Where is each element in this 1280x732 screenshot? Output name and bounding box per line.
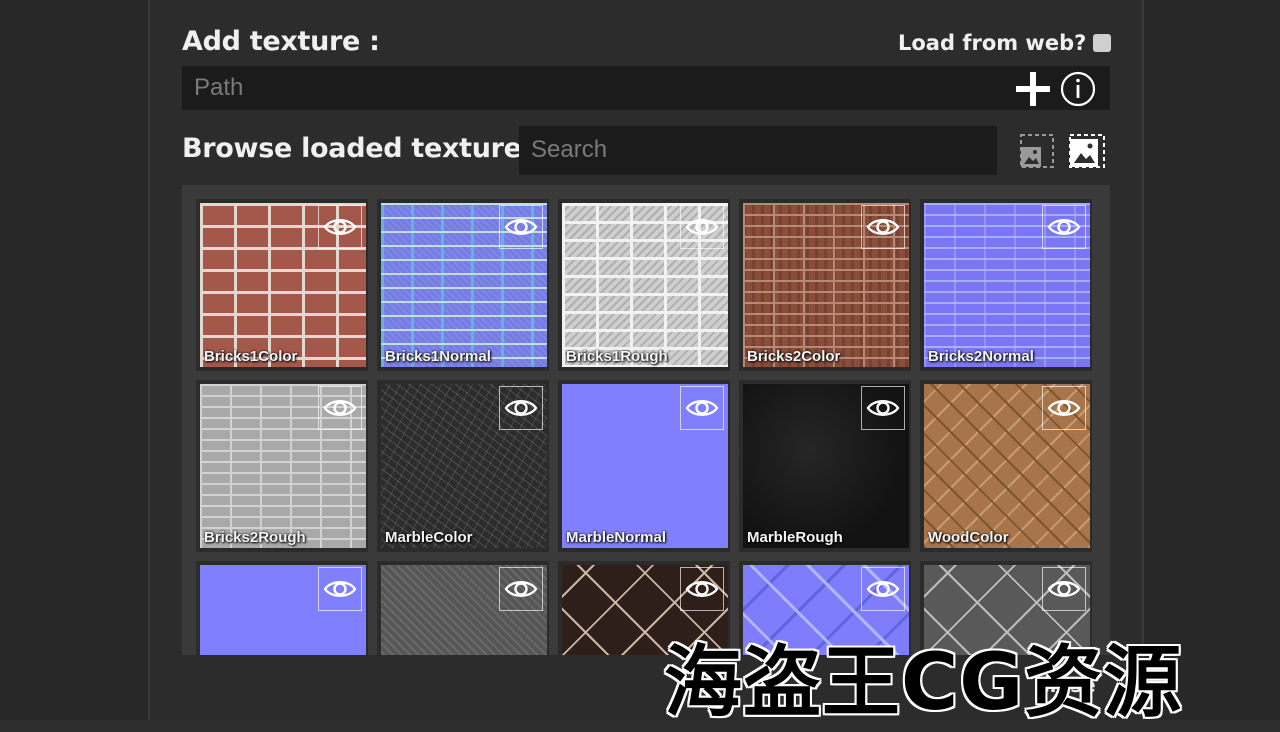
eye-icon[interactable]	[680, 205, 724, 249]
eye-icon[interactable]	[861, 567, 905, 611]
load-from-web-checkbox[interactable]	[1093, 34, 1111, 52]
search-placeholder: Search	[531, 136, 608, 163]
texture-tile[interactable]: Bricks2Color	[739, 199, 911, 371]
texture-name: Bricks2Color	[747, 348, 841, 365]
texture-name: WoodColor	[928, 529, 1009, 546]
texture-tile[interactable]: Bricks1Normal	[377, 199, 549, 371]
eye-icon[interactable]	[1042, 386, 1086, 430]
browse-textures-title: Browse loaded textures	[182, 133, 538, 164]
image-small-icon[interactable]	[1019, 133, 1055, 169]
texture-tile[interactable]: WoodColor	[920, 380, 1092, 552]
eye-icon[interactable]	[499, 205, 543, 249]
texture-tile[interactable]: Bricks1Rough	[558, 199, 730, 371]
eye-icon[interactable]	[861, 386, 905, 430]
eye-icon[interactable]	[680, 567, 724, 611]
right-side-panel	[1142, 0, 1280, 720]
texture-tile[interactable]: MarbleNormal	[558, 380, 730, 552]
eye-icon[interactable]	[1042, 205, 1086, 249]
left-side-panel	[0, 0, 150, 720]
watermark: 海盗王CG资源	[664, 638, 1183, 728]
texture-name: Bricks2Normal	[928, 348, 1034, 365]
texture-tile[interactable]	[196, 561, 368, 655]
eye-icon[interactable]	[680, 386, 724, 430]
info-icon[interactable]	[1059, 70, 1097, 108]
texture-tile[interactable]: Bricks2Normal	[920, 199, 1092, 371]
texture-name: Bricks1Normal	[385, 348, 491, 365]
texture-name: MarbleColor	[385, 529, 473, 546]
add-texture-title: Add texture :	[182, 26, 380, 57]
texture-tile[interactable]: Bricks1Color	[196, 199, 368, 371]
eye-icon[interactable]	[499, 386, 543, 430]
path-input[interactable]: Path	[182, 66, 1110, 110]
texture-tile[interactable]	[377, 561, 549, 655]
eye-icon[interactable]	[499, 567, 543, 611]
eye-icon[interactable]	[318, 205, 362, 249]
eye-icon[interactable]	[318, 567, 362, 611]
texture-name: Bricks1Rough	[566, 348, 668, 365]
texture-grid-container: Bricks1Color Bricks1Normal Bricks1Rough Bri…	[182, 185, 1110, 655]
image-large-icon[interactable]	[1068, 133, 1106, 169]
eye-icon[interactable]	[318, 386, 362, 430]
texture-name: Bricks1Color	[204, 348, 298, 365]
search-input[interactable]: Search	[519, 126, 997, 175]
texture-tile[interactable]: Bricks2Rough	[196, 380, 368, 552]
load-from-web-label: Load from web?	[898, 31, 1087, 55]
path-placeholder: Path	[194, 74, 244, 101]
eye-icon[interactable]	[861, 205, 905, 249]
texture-tile[interactable]: MarbleColor	[377, 380, 549, 552]
eye-icon[interactable]	[1042, 567, 1086, 611]
texture-name: Bricks2Rough	[204, 529, 306, 546]
plus-icon[interactable]	[1014, 70, 1052, 108]
texture-name: MarbleNormal	[566, 529, 667, 546]
texture-tile[interactable]: MarbleRough	[739, 380, 911, 552]
texture-name: MarbleRough	[747, 529, 843, 546]
